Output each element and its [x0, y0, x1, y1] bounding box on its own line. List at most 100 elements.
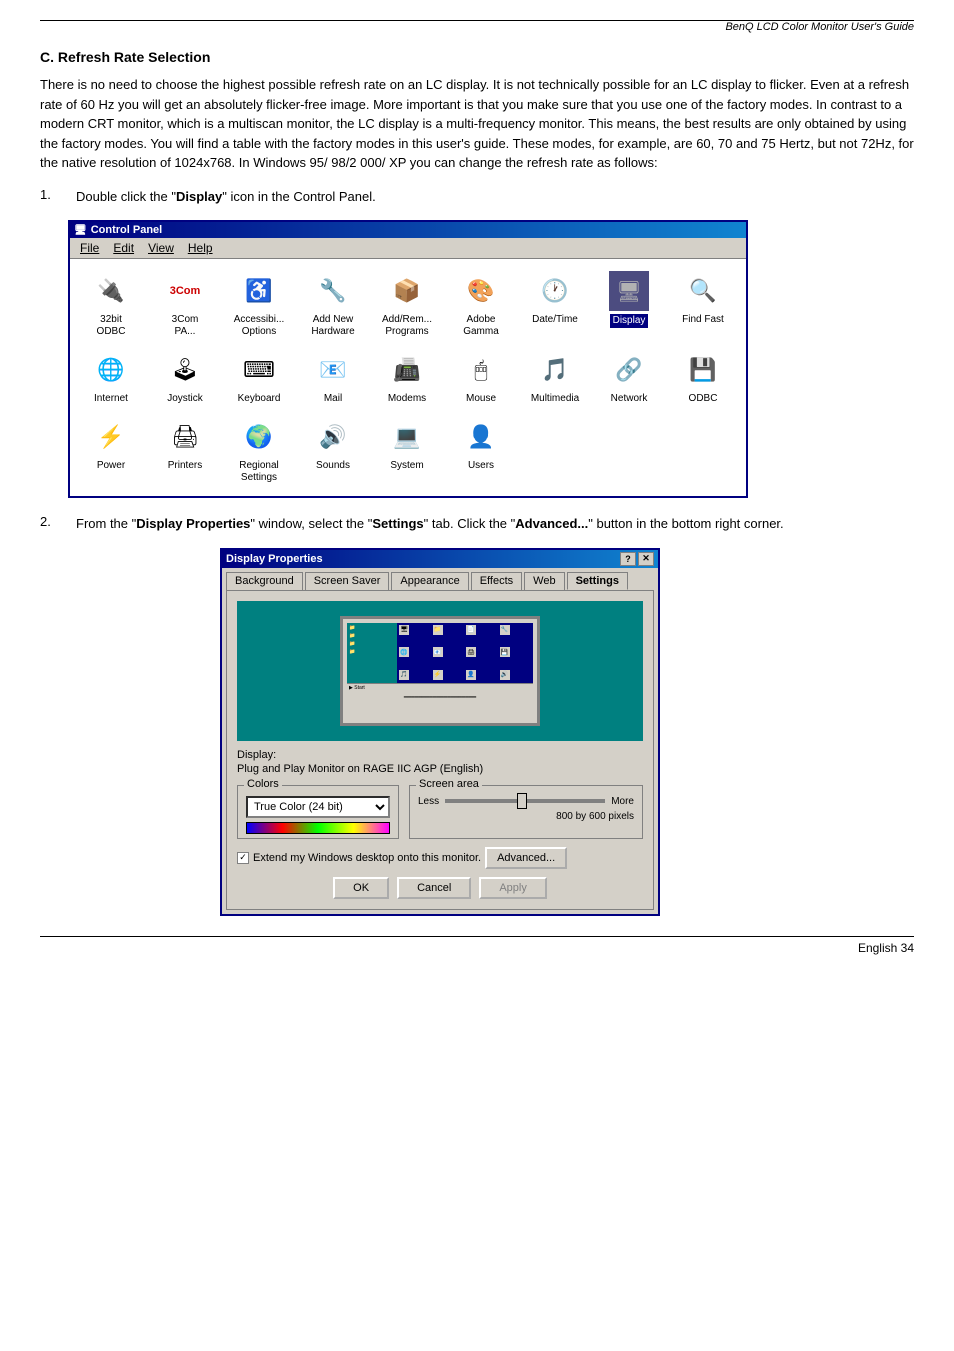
- icon-sounds: 🔊: [313, 417, 353, 457]
- dp-display-label: Display:: [237, 749, 643, 761]
- section-title: C. Refresh Rate Selection: [40, 49, 914, 65]
- cp-icon-multimedia[interactable]: 🎵 Multimedia: [520, 346, 590, 409]
- icon-system: 💻: [387, 417, 427, 457]
- tab-screensaver[interactable]: Screen Saver: [305, 572, 390, 590]
- tab-background[interactable]: Background: [226, 572, 303, 590]
- cp-icon-accessibility[interactable]: ♿ Accessibi...Options: [224, 267, 294, 342]
- dp-title-bar: Display Properties ? ✕: [222, 550, 658, 568]
- dp-color-bar: [246, 822, 390, 834]
- icon-multimedia: 🎵: [535, 350, 575, 390]
- step-2-text: From the "Display Properties" window, se…: [76, 514, 784, 534]
- dp-pixels-label: 800 by 600 pixels: [418, 811, 634, 822]
- cp-icon-3com[interactable]: 3Com 3ComPA...: [150, 267, 220, 342]
- icon-power: ⚡: [91, 417, 131, 457]
- mini-icon-1: 🖥: [399, 625, 409, 635]
- cp-icon-datetime[interactable]: 🕐 Date/Time: [520, 267, 590, 342]
- icon-mouse: 🖱: [461, 350, 501, 390]
- mini-icon-7: 🖨: [466, 647, 476, 657]
- icon-users: 👤: [461, 417, 501, 457]
- mini-icon-5: 🌐: [399, 647, 409, 657]
- cp-icon-internet[interactable]: 🌐 Internet: [76, 346, 146, 409]
- cp-icon-sounds[interactable]: 🔊 Sounds: [298, 413, 368, 488]
- cp-icon-findfast[interactable]: 🔍 Find Fast: [668, 267, 738, 342]
- cp-icon-keyboard[interactable]: ⌨ Keyboard: [224, 346, 294, 409]
- tab-effects[interactable]: Effects: [471, 572, 522, 590]
- dp-slider-row: Less More: [418, 796, 634, 807]
- cp-icon-odbc[interactable]: 💾 ODBC: [668, 346, 738, 409]
- cp-icon-network[interactable]: 🔗 Network: [594, 346, 664, 409]
- tab-web[interactable]: Web: [524, 572, 564, 590]
- dp-screen: 📁 📁 📁 📁 🖥 📁 📄 🔧 🌐 📧 🖨: [347, 623, 533, 693]
- cp-icon-modems[interactable]: 📠 Modems: [372, 346, 442, 409]
- dp-colors-label: Colors: [244, 778, 282, 790]
- step-1-text: Double click the "Display" icon in the C…: [76, 187, 376, 207]
- step-2-bold2: Settings: [372, 516, 423, 531]
- cp-icon-add-hardware[interactable]: 🔧 Add NewHardware: [298, 267, 368, 342]
- dp-apply-button[interactable]: Apply: [479, 877, 547, 899]
- icon-display: 🖥: [609, 271, 649, 311]
- icon-network: 🔗: [609, 350, 649, 390]
- cp-icon-32bit[interactable]: 🔌 32bitODBC: [76, 267, 146, 342]
- dp-taskbar: ▶ Start: [347, 683, 533, 693]
- dp-monitor: 📁 📁 📁 📁 🖥 📁 📄 🔧 🌐 📧 🖨: [340, 616, 540, 726]
- dp-ok-button[interactable]: OK: [333, 877, 389, 899]
- dp-close-btn[interactable]: ✕: [638, 552, 654, 566]
- dp-checkbox-row: ✓ Extend my Windows desktop onto this mo…: [237, 847, 643, 869]
- icon-internet: 🌐: [91, 350, 131, 390]
- dp-monitor-base: ━━━━━━━━━━━━━━━━━━━━: [347, 693, 533, 703]
- icon-32bit: 🔌: [91, 271, 131, 311]
- icon-odbc: 💾: [683, 350, 723, 390]
- footer-text: English 34: [858, 941, 914, 955]
- cp-icon-mail[interactable]: 📧 Mail: [298, 346, 368, 409]
- cp-icon-add-remove[interactable]: 📦 Add/Rem...Programs: [372, 267, 442, 342]
- menu-file[interactable]: File: [74, 240, 105, 256]
- cp-icon-adobe[interactable]: 🎨 AdobeGamma: [446, 267, 516, 342]
- cp-icon-regional[interactable]: 🌍 RegionalSettings: [224, 413, 294, 488]
- control-panel-window: 🖥 Control Panel File Edit View Help 🔌 32…: [68, 220, 748, 498]
- icon-datetime: 🕐: [535, 271, 575, 311]
- icon-regional: 🌍: [239, 417, 279, 457]
- menu-help[interactable]: Help: [182, 240, 219, 256]
- dp-extend-checkbox[interactable]: ✓: [237, 852, 249, 864]
- cp-icon-users[interactable]: 👤 Users: [446, 413, 516, 488]
- dp-slider-thumb: [517, 793, 527, 809]
- cp-icon-display[interactable]: 🖥 Display: [594, 267, 664, 342]
- menu-view[interactable]: View: [142, 240, 180, 256]
- mini-icon-3: 📄: [466, 625, 476, 635]
- dp-advanced-button[interactable]: Advanced...: [485, 847, 567, 869]
- cp-icon-printers[interactable]: 🖨 Printers: [150, 413, 220, 488]
- dp-colors-select[interactable]: True Color (24 bit) 256 Colors High Colo…: [246, 796, 390, 818]
- control-panel-icons: 🔌 32bitODBC 3Com 3ComPA... ♿ Accessibi..…: [70, 259, 746, 496]
- dp-help-btn[interactable]: ?: [620, 552, 636, 566]
- display-properties-window: Display Properties ? ✕ Background Screen…: [220, 548, 660, 916]
- cp-icon-mouse[interactable]: 🖱 Mouse: [446, 346, 516, 409]
- tab-settings[interactable]: Settings: [567, 572, 628, 590]
- cp-icon-joystick[interactable]: 🕹 Joystick: [150, 346, 220, 409]
- dp-colors-screen-row: Colors True Color (24 bit) 256 Colors Hi…: [237, 785, 643, 839]
- control-panel-menu-bar: File Edit View Help: [70, 238, 746, 259]
- dp-resolution-slider[interactable]: [445, 799, 605, 803]
- mini-icon-8: 💾: [500, 647, 510, 657]
- dp-screen-area-label: Screen area: [416, 778, 482, 790]
- cp-icon-power[interactable]: ⚡ Power: [76, 413, 146, 488]
- step-2: 2. From the "Display Properties" window,…: [40, 514, 914, 534]
- dp-more-label: More: [611, 796, 634, 807]
- icon-keyboard: ⌨: [239, 350, 279, 390]
- dp-cancel-button[interactable]: Cancel: [397, 877, 471, 899]
- dp-display-value: Plug and Play Monitor on RAGE IIC AGP (E…: [237, 763, 643, 775]
- icon-accessibility: ♿: [239, 271, 279, 311]
- cp-icon-system[interactable]: 💻 System: [372, 413, 442, 488]
- icon-joystick: 🕹: [165, 350, 205, 390]
- section-body: There is no need to choose the highest p…: [40, 75, 914, 173]
- icon-modems: 📠: [387, 350, 427, 390]
- icon-add-remove: 📦: [387, 271, 427, 311]
- mini-icon-2: 📁: [433, 625, 443, 635]
- page-header: BenQ LCD Color Monitor User's Guide: [40, 20, 914, 37]
- menu-edit[interactable]: Edit: [107, 240, 140, 256]
- mini-icon-11: 👤: [466, 670, 476, 680]
- step-1-number: 1.: [40, 187, 68, 202]
- tab-appearance[interactable]: Appearance: [391, 572, 468, 590]
- mini-icon-10: ⚡: [433, 670, 443, 680]
- step-1-bold: Display: [176, 189, 222, 204]
- mini-icon-9: 🎵: [399, 670, 409, 680]
